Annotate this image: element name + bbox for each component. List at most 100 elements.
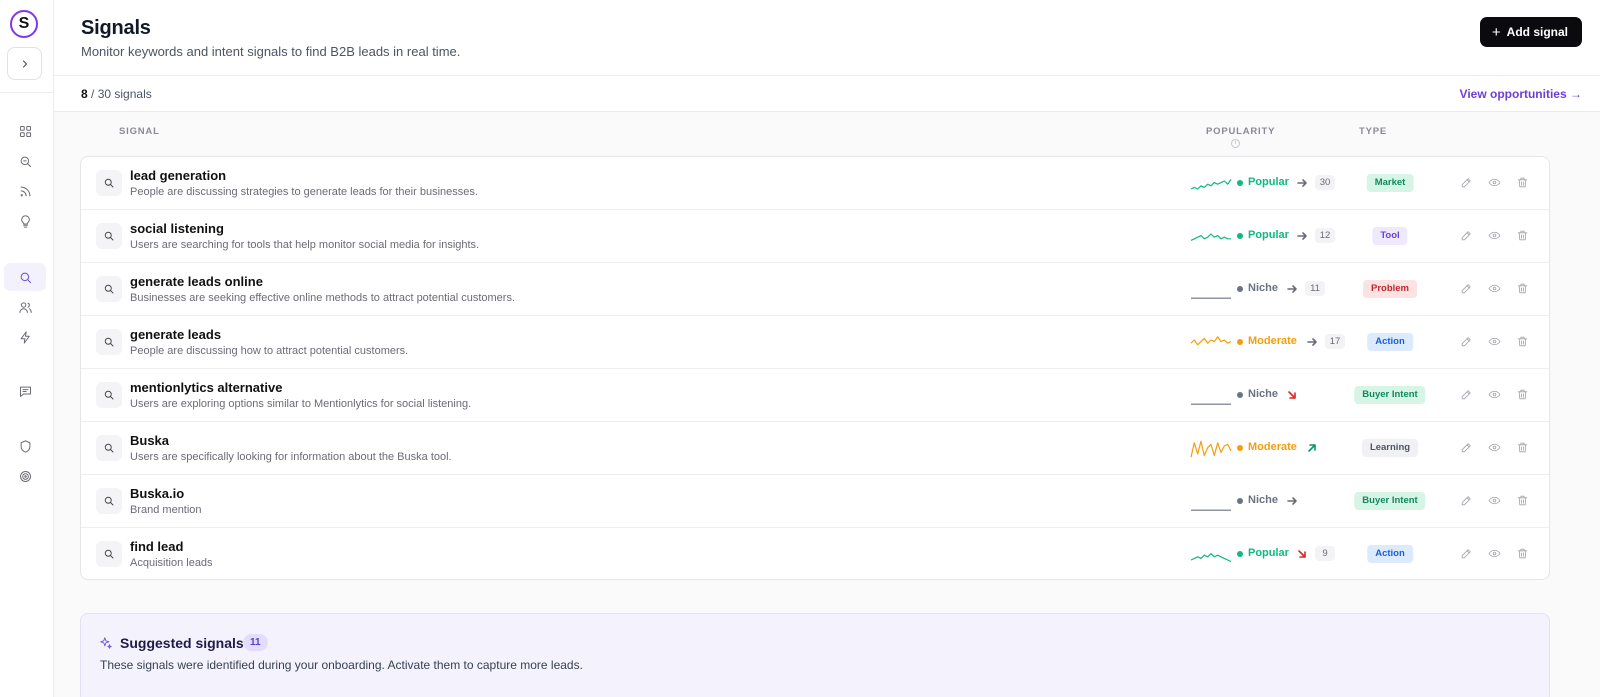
table-row[interactable]: social listening Users are searching for… [81, 210, 1549, 263]
signal-title[interactable]: generate leads [130, 327, 221, 342]
eye-icon[interactable] [1488, 282, 1502, 296]
trend-flat-icon [1286, 282, 1298, 294]
popularity-dot [1237, 339, 1243, 345]
sidebar-item-feed[interactable] [4, 177, 46, 205]
app-logo[interactable]: S [10, 10, 38, 38]
suggested-signals-count: 11 [243, 634, 268, 651]
type-badge: Learning [1361, 439, 1419, 457]
users-icon [18, 301, 32, 313]
signal-description: Brand mention [130, 504, 202, 516]
table-row[interactable]: generate leads online Businesses are see… [81, 263, 1549, 316]
sidebar-item-ideas[interactable] [4, 207, 46, 235]
search-icon [96, 488, 122, 514]
table-row[interactable]: generate leads People are discussing how… [81, 316, 1549, 369]
signal-title[interactable]: lead generation [130, 168, 226, 183]
eye-icon[interactable] [1488, 494, 1502, 508]
trend-down-icon [1296, 547, 1308, 559]
search-icon [96, 223, 122, 249]
popularity-label: Popular [1248, 176, 1289, 188]
popularity-sparkline [1190, 330, 1232, 356]
info-icon[interactable]: i [1231, 139, 1240, 148]
popularity-label: Popular [1248, 229, 1289, 241]
trash-icon[interactable] [1516, 335, 1530, 349]
sidebar-item-signals[interactable] [4, 263, 46, 291]
trash-icon[interactable] [1516, 547, 1530, 561]
signal-title[interactable]: Buska.io [130, 486, 184, 501]
popularity-sparkline [1190, 383, 1232, 409]
eye-icon[interactable] [1488, 547, 1502, 561]
trash-icon[interactable] [1516, 441, 1530, 455]
signals-table: lead generation People are discussing st… [80, 156, 1550, 580]
signal-title[interactable]: mentionlytics alternative [130, 380, 282, 395]
type-badge: Buyer Intent [1354, 492, 1426, 510]
trend-flat-icon [1286, 494, 1298, 506]
edit-icon[interactable] [1460, 388, 1474, 402]
edit-icon[interactable] [1460, 494, 1474, 508]
sidebar-item-targets[interactable] [4, 462, 46, 490]
page-title: Signals [81, 17, 151, 39]
signal-title[interactable]: generate leads online [130, 274, 263, 289]
sidebar-item-explore[interactable] [4, 147, 46, 175]
trash-icon[interactable] [1516, 494, 1530, 508]
search-icon [20, 272, 31, 283]
popularity-dot [1237, 445, 1243, 451]
signal-title[interactable]: find lead [130, 539, 183, 554]
sidebar-item-security[interactable] [4, 432, 46, 460]
trash-icon[interactable] [1516, 282, 1530, 296]
target-icon [19, 470, 31, 482]
eye-icon[interactable] [1488, 388, 1502, 402]
expand-sidebar-button[interactable] [7, 47, 42, 80]
rss-icon [20, 186, 30, 196]
sidebar: S [0, 0, 54, 697]
type-badge: Action [1367, 333, 1413, 351]
sidebar-divider [0, 92, 54, 93]
popularity-label: Niche [1248, 388, 1278, 400]
edit-icon[interactable] [1460, 176, 1474, 190]
suggested-signals-panel: Suggested signals 11 These signals were … [80, 613, 1550, 697]
popularity-dot [1237, 233, 1243, 239]
lightning-icon [20, 330, 30, 344]
view-opportunities-link[interactable]: View opportunities → [1460, 87, 1582, 101]
popularity-dot [1237, 392, 1243, 398]
trash-icon[interactable] [1516, 388, 1530, 402]
add-signal-button[interactable]: + Add signal [1479, 17, 1582, 47]
type-badge: Problem [1362, 280, 1418, 298]
search-icon [96, 276, 122, 302]
popularity-label: Popular [1248, 547, 1289, 559]
suggested-signals-description: These signals were identified during you… [100, 658, 583, 672]
popularity-label: Niche [1248, 282, 1278, 294]
signal-description: Users are exploring options similar to M… [130, 398, 472, 410]
trend-flat-icon [1296, 229, 1308, 241]
table-row[interactable]: Buska.io Brand mention Niche Buyer Inten… [81, 475, 1549, 528]
table-row[interactable]: lead generation People are discussing st… [81, 157, 1549, 210]
edit-icon[interactable] [1460, 441, 1474, 455]
sidebar-item-leads[interactable] [4, 293, 46, 321]
eye-icon[interactable] [1488, 441, 1502, 455]
search-icon [96, 329, 122, 355]
popularity-sparkline [1190, 489, 1232, 515]
sidebar-item-automations[interactable] [4, 323, 46, 351]
plus-icon: + [1491, 23, 1501, 41]
logo-letter: S [18, 15, 30, 32]
sidebar-item-messages[interactable] [4, 377, 46, 405]
page-subtitle: Monitor keywords and intent signals to f… [81, 44, 461, 59]
signal-description: Businesses are seeking effective online … [130, 292, 516, 304]
edit-icon[interactable] [1460, 335, 1474, 349]
edit-icon[interactable] [1460, 282, 1474, 296]
eye-icon[interactable] [1488, 335, 1502, 349]
trash-icon[interactable] [1516, 229, 1530, 243]
signal-title[interactable]: social listening [130, 221, 224, 236]
sidebar-item-dashboard[interactable] [4, 117, 46, 145]
trash-icon[interactable] [1516, 176, 1530, 190]
edit-icon[interactable] [1460, 547, 1474, 561]
signal-title[interactable]: Buska [130, 433, 169, 448]
table-row[interactable]: Buska Users are specifically looking for… [81, 422, 1549, 475]
popularity-dot [1237, 180, 1243, 186]
table-row[interactable]: mentionlytics alternative Users are expl… [81, 369, 1549, 422]
table-row[interactable]: find lead Acquisition leads Popular 9 Ac… [81, 528, 1549, 579]
lightbulb-icon [20, 214, 30, 228]
eye-icon[interactable] [1488, 229, 1502, 243]
eye-icon[interactable] [1488, 176, 1502, 190]
popularity-dot [1237, 551, 1243, 557]
edit-icon[interactable] [1460, 229, 1474, 243]
